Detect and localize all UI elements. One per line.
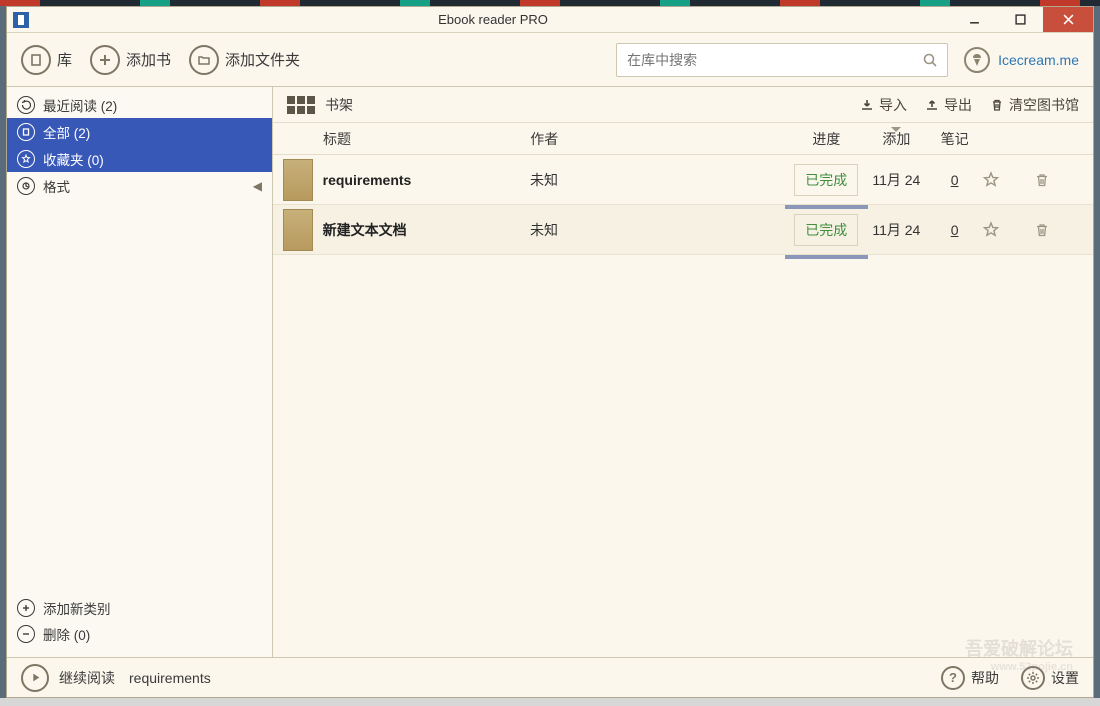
add-folder-label: 添加文件夹 — [225, 49, 300, 70]
add-book-label: 添加书 — [126, 49, 171, 70]
export-icon — [925, 98, 939, 112]
add-book-button[interactable]: 添加书 — [90, 45, 171, 75]
cell-title: requirements — [323, 172, 530, 188]
delete-label: 删除 (0) — [43, 624, 90, 644]
delete-row-button[interactable] — [1034, 172, 1079, 188]
minus-icon — [17, 625, 35, 643]
plus-icon — [17, 599, 35, 617]
sidebar-item-format[interactable]: 格式 ◀ — [7, 172, 272, 199]
continue-reading-button[interactable] — [21, 664, 49, 692]
toolbar: 库 添加书 添加文件夹 Icecream.me — [7, 33, 1093, 87]
trash-icon — [990, 98, 1004, 112]
delete-button[interactable]: 删除 (0) — [7, 621, 272, 647]
search-icon[interactable] — [913, 52, 947, 68]
maximize-button[interactable] — [997, 7, 1043, 32]
add-category-label: 添加新类别 — [43, 598, 111, 618]
all-icon — [17, 123, 35, 141]
col-notes[interactable]: 笔记 — [927, 129, 982, 149]
sort-indicator-icon — [891, 127, 901, 132]
export-button[interactable]: 导出 — [925, 95, 972, 115]
cell-author: 未知 — [530, 220, 787, 240]
table-row[interactable]: 新建文本文档未知已完成11月 240 — [273, 205, 1093, 255]
continue-label: 继续阅读 — [59, 668, 115, 688]
add-category-button[interactable]: 添加新类别 — [7, 595, 272, 621]
table-header: 标题 作者 进度 添加 笔记 — [273, 123, 1093, 155]
sidebar-label: 最近阅读 (2) — [43, 95, 117, 115]
table-row[interactable]: requirements未知已完成11月 240 — [273, 155, 1093, 205]
col-added[interactable]: 添加 — [866, 129, 927, 149]
delete-row-button[interactable] — [1034, 222, 1079, 238]
chevron-left-icon: ◀ — [253, 179, 262, 193]
clear-library-button[interactable]: 清空图书馆 — [990, 95, 1079, 115]
window-title: Ebook reader PRO — [35, 12, 951, 27]
cell-title: 新建文本文档 — [323, 220, 530, 240]
search-box[interactable] — [616, 43, 948, 77]
cell-author: 未知 — [530, 170, 787, 190]
library-label: 库 — [57, 49, 72, 70]
import-icon — [860, 98, 874, 112]
book-thumbnail — [283, 159, 313, 201]
footer: 继续阅读 requirements ?帮助 设置 — [7, 657, 1093, 697]
main-panel: 书架 导入 导出 清空图书馆 标题 — [273, 87, 1093, 657]
col-author[interactable]: 作者 — [530, 129, 787, 149]
search-input[interactable] — [617, 52, 913, 68]
cell-progress: 已完成 — [787, 164, 866, 196]
book-thumbnail — [283, 209, 313, 251]
app-window: Ebook reader PRO 库 添加书 添加文件夹 Icecream.me — [6, 6, 1094, 698]
minimize-button[interactable] — [951, 7, 997, 32]
cell-notes[interactable]: 0 — [927, 172, 982, 188]
cell-added: 11月 24 — [866, 170, 927, 190]
table-body: requirements未知已完成11月 240新建文本文档未知已完成11月 2… — [273, 155, 1093, 255]
sidebar-item-recent[interactable]: 最近阅读 (2) — [7, 91, 272, 118]
book-icon — [21, 45, 51, 75]
sidebar-label: 格式 — [43, 176, 70, 196]
library-button[interactable]: 库 — [21, 45, 72, 75]
cell-notes[interactable]: 0 — [927, 222, 982, 238]
help-button[interactable]: ?帮助 — [941, 666, 999, 690]
grid-view-icon[interactable] — [287, 96, 315, 114]
sidebar: 最近阅读 (2) 全部 (2) 收藏夹 (0) 格式 ◀ 添加新类别 — [7, 87, 273, 657]
sidebar-label: 全部 (2) — [43, 122, 90, 142]
favorite-button[interactable] — [982, 221, 1033, 239]
help-icon: ? — [941, 666, 965, 690]
shelf-toolbar: 书架 导入 导出 清空图书馆 — [273, 87, 1093, 123]
sidebar-item-all[interactable]: 全部 (2) — [7, 118, 272, 145]
sidebar-item-favorites[interactable]: 收藏夹 (0) — [7, 145, 272, 172]
cell-added: 11月 24 — [866, 220, 927, 240]
recent-icon — [17, 96, 35, 114]
titlebar: Ebook reader PRO — [7, 7, 1093, 33]
folder-icon — [189, 45, 219, 75]
import-button[interactable]: 导入 — [860, 95, 907, 115]
app-icon — [13, 12, 29, 28]
icecream-icon — [964, 47, 990, 73]
plus-icon — [90, 45, 120, 75]
close-button[interactable] — [1043, 7, 1093, 32]
sidebar-label: 收藏夹 (0) — [43, 149, 104, 169]
current-book-label: requirements — [129, 670, 211, 686]
favorite-button[interactable] — [982, 171, 1033, 189]
add-folder-button[interactable]: 添加文件夹 — [189, 45, 300, 75]
gear-icon — [1021, 666, 1045, 690]
cell-progress: 已完成 — [787, 214, 866, 246]
format-icon — [17, 177, 35, 195]
star-icon — [17, 150, 35, 168]
col-progress[interactable]: 进度 — [787, 129, 866, 149]
brand-link[interactable]: Icecream.me — [964, 47, 1079, 73]
col-title[interactable]: 标题 — [323, 129, 530, 149]
brand-label: Icecream.me — [998, 52, 1079, 68]
settings-button[interactable]: 设置 — [1021, 666, 1079, 690]
shelf-title: 书架 — [325, 95, 353, 115]
